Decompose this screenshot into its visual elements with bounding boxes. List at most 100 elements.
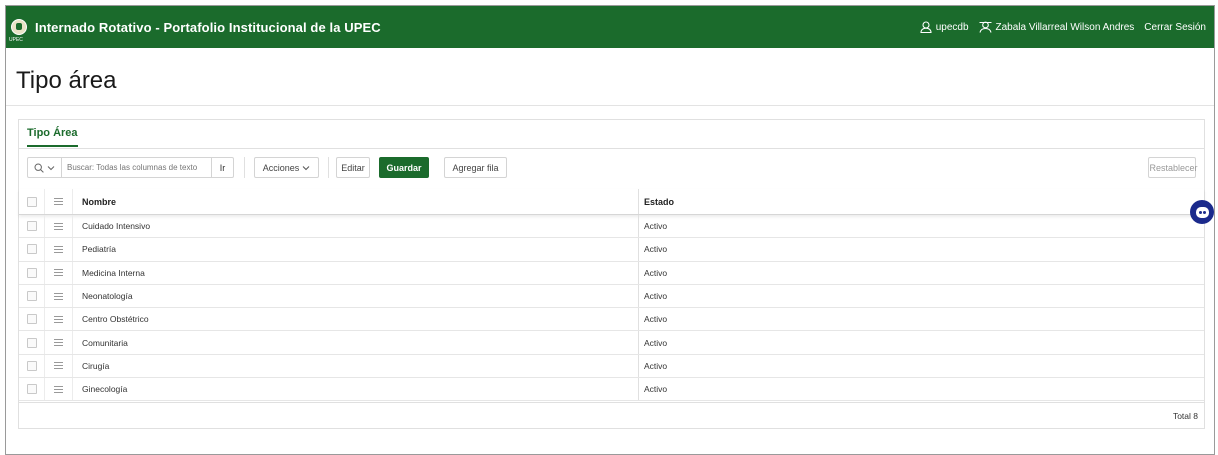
menu-icon xyxy=(54,245,63,253)
cell-estado[interactable]: Activo xyxy=(639,215,1204,237)
row-select-cell[interactable] xyxy=(19,238,45,261)
actions-label: Acciones xyxy=(262,162,300,173)
table-row[interactable]: Cuidado Intensivo Activo xyxy=(19,215,1204,239)
app-title[interactable]: Internado Rotativo - Portafolio Instituc… xyxy=(35,20,381,35)
row-checkbox[interactable] xyxy=(26,244,37,255)
table-row[interactable]: Cirugía Activo xyxy=(19,354,1204,379)
row-checkbox[interactable] xyxy=(26,291,37,302)
tab-tipo-area[interactable]: Tipo Área xyxy=(27,127,78,147)
table-row[interactable]: Neonatología Activo xyxy=(19,284,1204,309)
row-select-cell[interactable] xyxy=(19,284,45,308)
row-select-cell[interactable] xyxy=(19,378,45,401)
cell-estado[interactable]: Activo xyxy=(639,308,1204,330)
role-user-menu[interactable]: Zabala Villarreal Wilson Andres xyxy=(978,21,1135,33)
username: upecdb xyxy=(935,21,969,33)
row-checkbox[interactable] xyxy=(26,360,37,371)
chevron-down-icon xyxy=(302,165,310,170)
row-select-cell[interactable] xyxy=(19,215,45,238)
cell-estado[interactable]: Activo xyxy=(639,285,1204,307)
top-navigation-bar: UPEC Internado Rotativo - Portafolio Ins… xyxy=(6,6,1214,48)
interactive-grid-region: Tipo Área Ir Acciones xyxy=(18,119,1205,429)
table-row[interactable]: Ginecología Activo xyxy=(19,378,1204,402)
cell-nombre[interactable]: Medicina Interna xyxy=(73,261,639,284)
actions-menu-button[interactable]: Acciones xyxy=(254,157,319,178)
cell-estado[interactable]: Activo xyxy=(639,378,1204,400)
row-checkbox[interactable] xyxy=(26,267,37,278)
column-header-estado[interactable]: Estado xyxy=(639,189,1204,214)
cell-nombre[interactable]: Pediatría xyxy=(73,238,639,261)
full-user-name: Zabala Villarreal Wilson Andres xyxy=(995,21,1135,33)
row-actions-menu[interactable] xyxy=(45,238,73,261)
cell-estado[interactable]: Activo xyxy=(639,331,1204,353)
logo-caption: UPEC xyxy=(9,37,23,43)
table-row[interactable]: Pediatría Activo xyxy=(19,238,1204,262)
cell-nombre[interactable]: Neonatología xyxy=(73,284,639,308)
menu-icon xyxy=(54,222,63,230)
cell-estado[interactable]: Activo xyxy=(639,262,1204,284)
row-checkbox[interactable] xyxy=(26,221,37,232)
menu-icon xyxy=(54,362,63,370)
select-all-cell[interactable] xyxy=(19,189,45,214)
table-row[interactable]: Comunitaria Activo xyxy=(19,331,1204,355)
cell-nombre[interactable]: Centro Obstétrico xyxy=(73,308,639,331)
cell-estado[interactable]: Activo xyxy=(639,355,1204,377)
go-button[interactable]: Ir xyxy=(211,158,233,177)
cell-nombre[interactable]: Ginecología xyxy=(73,378,639,401)
table-row[interactable]: Centro Obstétrico Activo xyxy=(19,308,1204,332)
search-input[interactable] xyxy=(62,158,211,177)
search-column-selector[interactable] xyxy=(28,158,62,177)
row-select-cell[interactable] xyxy=(19,354,45,378)
row-actions-menu[interactable] xyxy=(45,354,73,378)
column-header-nombre[interactable]: Nombre xyxy=(73,189,639,214)
row-select-cell[interactable] xyxy=(19,331,45,354)
toolbar-divider xyxy=(328,157,329,178)
menu-icon xyxy=(54,198,63,205)
row-checkbox[interactable] xyxy=(26,337,37,348)
row-actions-menu[interactable] xyxy=(45,308,73,331)
row-select-cell[interactable] xyxy=(19,308,45,331)
menu-icon xyxy=(54,292,63,300)
user-menu[interactable]: upecdb xyxy=(920,21,969,33)
search-icon xyxy=(34,162,44,173)
page-header: Tipo área xyxy=(6,48,1214,106)
menu-icon xyxy=(54,315,63,323)
menu-icon xyxy=(54,339,63,347)
edit-button[interactable]: Editar xyxy=(336,157,370,178)
user-icon xyxy=(920,21,932,33)
table-row[interactable]: Medicina Interna Activo xyxy=(19,261,1204,285)
tab-bar: Tipo Área xyxy=(19,120,1204,149)
row-actions-header xyxy=(45,189,73,214)
row-actions-menu[interactable] xyxy=(45,331,73,354)
add-row-button[interactable]: Agregar fila xyxy=(444,157,507,178)
grid-header-row: Nombre Estado xyxy=(19,189,1204,215)
row-actions-menu[interactable] xyxy=(45,378,73,401)
chatbot-button[interactable] xyxy=(1190,200,1214,224)
row-checkbox[interactable] xyxy=(26,314,37,325)
cell-estado[interactable]: Activo xyxy=(639,238,1204,260)
app-window: UPEC Internado Rotativo - Portafolio Ins… xyxy=(5,5,1215,455)
row-select-cell[interactable] xyxy=(19,261,45,284)
toolbar-divider xyxy=(244,157,245,178)
reset-button[interactable]: Restablecer xyxy=(1148,157,1198,178)
logout-link[interactable]: Cerrar Sesión xyxy=(1144,22,1206,33)
chevron-down-icon xyxy=(47,165,55,170)
save-button[interactable]: Guardar xyxy=(379,157,429,178)
search-bar: Ir xyxy=(27,157,234,178)
reset-label: Restablecer xyxy=(1149,162,1198,173)
row-actions-menu[interactable] xyxy=(45,215,73,238)
user-menu-area: upecdb Zabala Villarreal Wilson Andres C… xyxy=(910,6,1206,48)
menu-icon xyxy=(54,385,63,393)
grid-footer: Total 8 xyxy=(19,402,1204,428)
cell-nombre[interactable]: Cirugía xyxy=(73,354,639,378)
grid-toolbar: Ir Acciones Editar Guardar Agregar fila xyxy=(19,149,1204,183)
cell-nombre[interactable]: Comunitaria xyxy=(73,331,639,354)
chatbot-icon xyxy=(1195,206,1209,218)
row-actions-menu[interactable] xyxy=(45,284,73,308)
row-actions-menu[interactable] xyxy=(45,261,73,284)
cell-nombre[interactable]: Cuidado Intensivo xyxy=(73,215,639,238)
upec-logo-icon[interactable] xyxy=(11,19,27,35)
row-checkbox[interactable] xyxy=(26,384,37,395)
menu-icon xyxy=(54,269,63,277)
total-count: Total 8 xyxy=(1172,411,1198,421)
select-all-checkbox[interactable] xyxy=(26,196,37,207)
